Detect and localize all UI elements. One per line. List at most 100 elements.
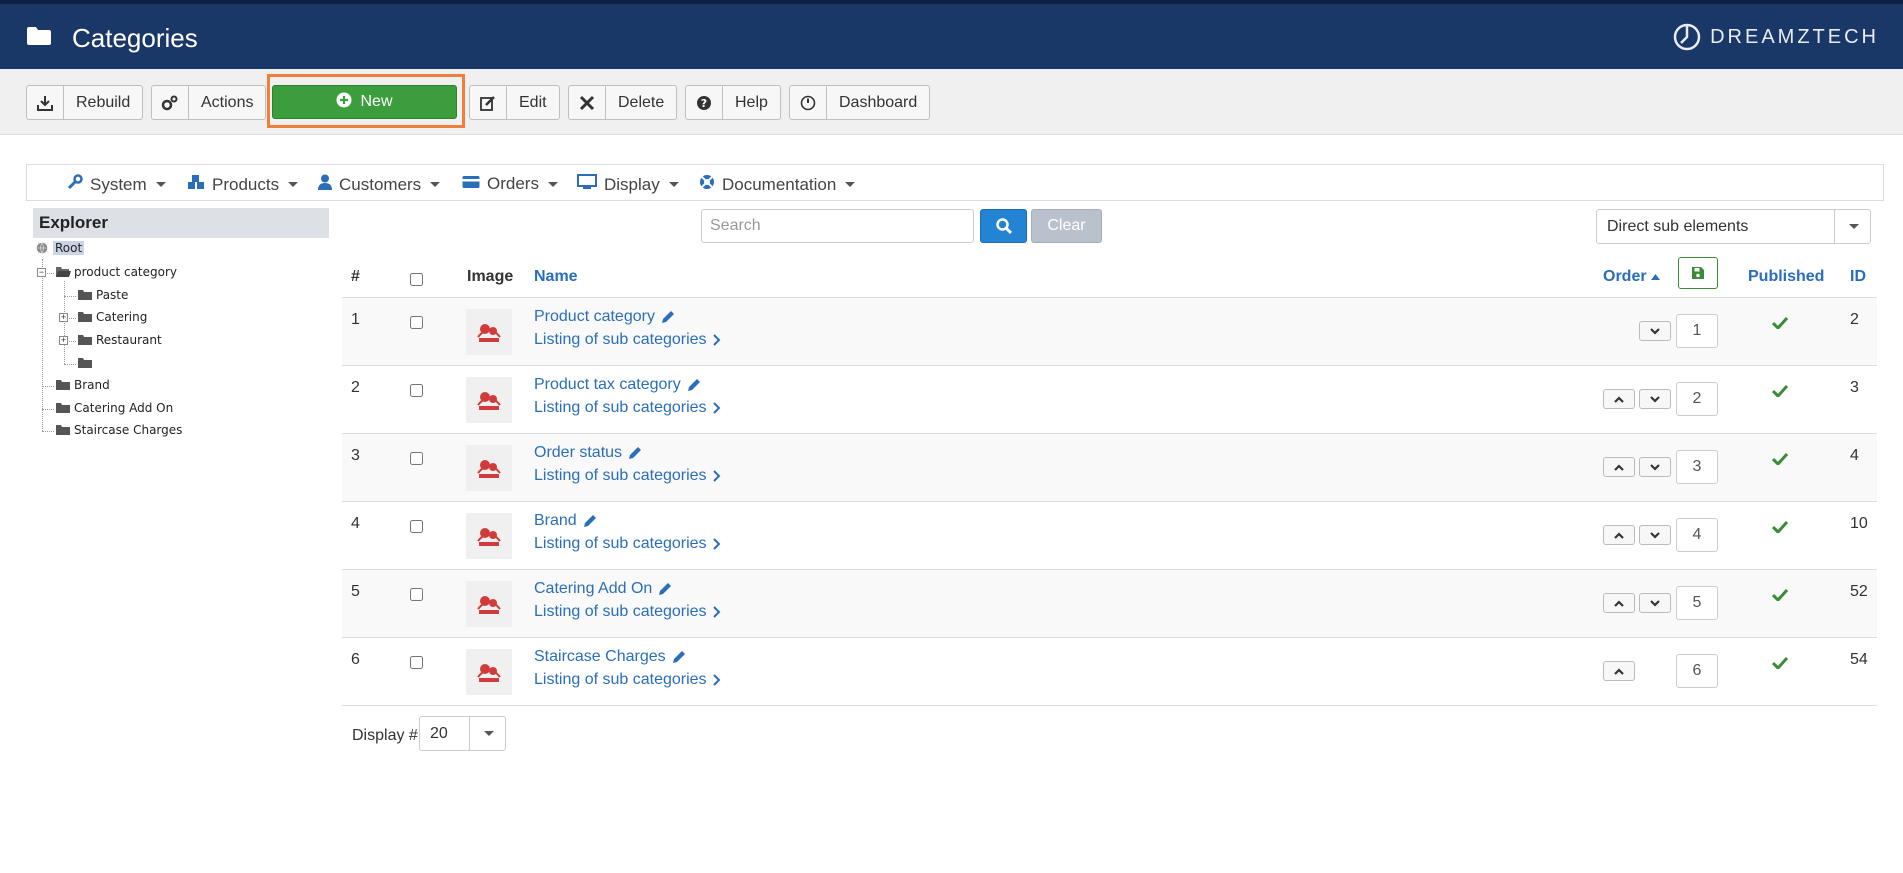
order-input[interactable]: 3: [1676, 450, 1718, 484]
published-check-icon[interactable]: [1771, 316, 1789, 334]
table-row: 1 Product category Listing of sub categori…: [342, 297, 1877, 365]
published-check-icon[interactable]: [1771, 588, 1789, 606]
sub-elements-select[interactable]: Direct sub elements: [1596, 209, 1871, 244]
category-name-link[interactable]: Catering Add On: [534, 580, 672, 598]
user-icon: [318, 174, 332, 195]
clear-button[interactable]: Clear: [1031, 209, 1102, 243]
category-name-link[interactable]: Product category: [534, 308, 675, 326]
move-up-button[interactable]: [1603, 661, 1635, 681]
tree-node-root[interactable]: Root: [34, 241, 85, 255]
move-down-button[interactable]: [1639, 389, 1671, 409]
published-check-icon[interactable]: [1771, 452, 1789, 470]
save-order-button[interactable]: [1678, 257, 1718, 289]
order-input[interactable]: 5: [1676, 586, 1718, 620]
order-input[interactable]: 1: [1676, 314, 1718, 348]
chevron-down-icon: [1834, 210, 1870, 243]
category-name-link[interactable]: Staircase Charges: [534, 648, 686, 666]
menu-customers[interactable]: Customers: [318, 174, 441, 195]
pencil-icon: [687, 379, 700, 391]
search-button[interactable]: [980, 209, 1027, 243]
tree-node-catering-add-on[interactable]: Catering Add On: [55, 401, 173, 415]
tree-node-paste[interactable]: Paste: [77, 288, 128, 302]
menu-products[interactable]: Products: [187, 174, 299, 195]
sub-categories-link[interactable]: Listing of sub categories: [534, 671, 721, 689]
row-checkbox[interactable]: [410, 384, 423, 397]
dashboard-button[interactable]: Dashboard: [789, 85, 931, 120]
sub-categories-link[interactable]: Listing of sub categories: [534, 603, 721, 621]
column-header-id[interactable]: ID: [1850, 268, 1866, 286]
category-logo-icon: [477, 392, 501, 410]
row-number: 6: [351, 651, 360, 668]
chevron-up-icon: [1614, 599, 1624, 607]
pencil-icon: [629, 447, 642, 459]
column-header-number: #: [351, 268, 360, 285]
close-icon: [569, 86, 606, 119]
menu-system[interactable]: System: [67, 174, 166, 195]
row-number: 4: [351, 515, 360, 532]
published-check-icon[interactable]: [1771, 520, 1789, 538]
column-header-name[interactable]: Name: [534, 268, 578, 286]
folder-icon: [56, 425, 70, 435]
chevron-right-icon: [712, 606, 720, 618]
new-button[interactable]: New: [272, 85, 457, 119]
delete-button[interactable]: Delete: [568, 85, 678, 120]
tree-node-brand[interactable]: Brand: [55, 378, 110, 392]
tree-node-unnamed[interactable]: [77, 356, 96, 370]
move-down-button[interactable]: [1639, 457, 1671, 477]
category-name-link[interactable]: Brand: [534, 512, 597, 530]
column-header-published[interactable]: Published: [1748, 268, 1824, 286]
row-checkbox[interactable]: [410, 452, 423, 465]
chevron-up-icon: [1614, 531, 1624, 539]
actions-button[interactable]: Actions: [151, 85, 267, 120]
row-checkbox[interactable]: [410, 520, 423, 533]
chevron-up-icon: [1614, 463, 1624, 471]
sort-asc-icon: [1650, 274, 1660, 280]
tree-node-catering[interactable]: Catering: [77, 310, 147, 324]
tree-expand-toggle[interactable]: +: [59, 336, 68, 345]
plus-circle-icon: [336, 92, 352, 113]
folder-icon: [78, 312, 92, 322]
sub-categories-link[interactable]: Listing of sub categories: [534, 331, 721, 349]
move-up-button[interactable]: [1603, 525, 1635, 545]
category-image: [466, 581, 512, 627]
order-input[interactable]: 2: [1676, 382, 1718, 416]
search-input[interactable]: [701, 209, 974, 243]
order-input[interactable]: 6: [1676, 654, 1718, 688]
tree-expand-toggle[interactable]: +: [59, 313, 68, 322]
category-name-link[interactable]: Order status: [534, 444, 642, 462]
tree-collapse-toggle[interactable]: −: [37, 268, 46, 277]
sub-categories-link[interactable]: Listing of sub categories: [534, 535, 721, 553]
chevron-up-icon: [1614, 395, 1624, 403]
move-up-button[interactable]: [1603, 457, 1635, 477]
select-all-checkbox[interactable]: [410, 273, 423, 286]
menu-orders[interactable]: Orders: [462, 174, 558, 194]
help-button[interactable]: ? Help: [685, 85, 781, 120]
move-down-button[interactable]: [1639, 593, 1671, 613]
column-header-order[interactable]: Order: [1603, 268, 1660, 286]
category-image: [466, 377, 512, 423]
move-up-button[interactable]: [1603, 389, 1635, 409]
row-checkbox[interactable]: [410, 656, 423, 669]
tree-node-restaurant[interactable]: Restaurant: [77, 333, 162, 347]
move-down-button[interactable]: [1639, 321, 1671, 341]
move-down-button[interactable]: [1639, 525, 1671, 545]
display-count-select[interactable]: 20: [419, 716, 506, 751]
chevron-down-icon: [1650, 327, 1660, 335]
tree-node-staircase-charges[interactable]: Staircase Charges: [55, 423, 182, 437]
page-header: Categories DREAMZTECH: [0, 4, 1903, 69]
rebuild-button[interactable]: Rebuild: [26, 85, 144, 120]
menu-documentation[interactable]: Documentation: [699, 174, 856, 195]
row-checkbox[interactable]: [410, 588, 423, 601]
tree-node-product-category[interactable]: product category: [55, 265, 177, 279]
move-up-button[interactable]: [1603, 593, 1635, 613]
sub-categories-link[interactable]: Listing of sub categories: [534, 399, 721, 417]
published-check-icon[interactable]: [1771, 384, 1789, 402]
edit-button[interactable]: Edit: [469, 85, 560, 120]
row-checkbox[interactable]: [410, 316, 423, 329]
menu-display[interactable]: Display: [577, 174, 679, 195]
order-input[interactable]: 4: [1676, 518, 1718, 552]
sub-categories-link[interactable]: Listing of sub categories: [534, 467, 721, 485]
chevron-down-icon: [1650, 463, 1660, 471]
category-name-link[interactable]: Product tax category: [534, 376, 701, 394]
published-check-icon[interactable]: [1771, 656, 1789, 674]
